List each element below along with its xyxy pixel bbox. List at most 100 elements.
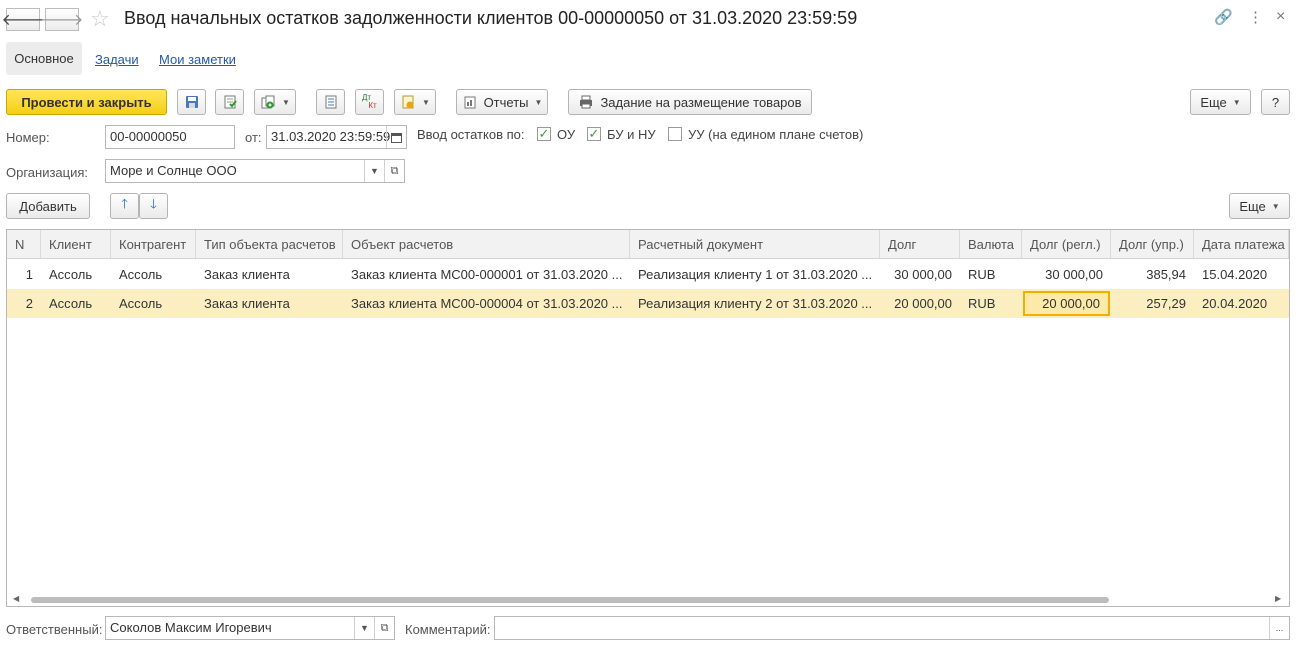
printer-icon: [580, 95, 593, 109]
scroll-left-icon[interactable]: ◀: [13, 594, 19, 603]
table-more-label: Еще: [1239, 198, 1266, 214]
open-icon[interactable]: ⧉: [374, 617, 394, 639]
favorite-star-icon[interactable]: ☆: [90, 6, 110, 32]
create-based-on-button[interactable]: ▼: [254, 89, 296, 115]
placement-task-button[interactable]: Задание на размещение товаров: [568, 89, 812, 115]
column-header[interactable]: Тип объекта расчетов: [196, 230, 343, 258]
forward-button[interactable]: 🡒: [41, 8, 83, 31]
move-up-button[interactable]: 🡑: [110, 193, 139, 219]
placement-task-label: Задание на размещение товаров: [600, 94, 802, 110]
table-more-button[interactable]: Еще ▼: [1229, 193, 1290, 219]
more-button[interactable]: Еще ▼: [1190, 89, 1251, 115]
date-label: от:: [245, 130, 262, 145]
arrow-up-icon: 🡑: [121, 196, 128, 211]
organization-value: Море и Солнце ООО: [110, 163, 237, 178]
more-actions-icon[interactable]: ⋮: [1248, 8, 1263, 26]
arrow-left-icon: 🡐: [1, 12, 45, 29]
help-button[interactable]: ?: [1261, 89, 1290, 115]
page-title: Ввод начальных остатков задолженности кл…: [124, 8, 858, 28]
chevron-down-icon[interactable]: ▼: [364, 160, 384, 182]
calendar-icon[interactable]: [386, 126, 406, 148]
tab-my-notes[interactable]: Мои заметки: [159, 52, 236, 67]
column-header[interactable]: Клиент: [41, 230, 111, 258]
number-input[interactable]: 00-00000050: [105, 125, 235, 149]
document-journal-button[interactable]: [316, 89, 345, 115]
save-icon: [185, 96, 198, 108]
cell-payment-date: 20.04.2020: [1202, 296, 1268, 311]
chevron-down-icon: ▼: [282, 97, 290, 107]
checkbox-uu-label: УУ (на едином плане счетов): [688, 127, 864, 142]
attach-files-button[interactable]: ▼: [394, 89, 436, 115]
chevron-down-icon[interactable]: ▼: [354, 617, 374, 639]
column-header[interactable]: Дата платежа: [1194, 230, 1289, 258]
cell-client: Ассоль: [49, 267, 93, 282]
column-header[interactable]: Долг: [880, 230, 960, 258]
chevron-down-icon: ▼: [1232, 97, 1241, 107]
cell-debt-upr: 257,29: [1146, 296, 1186, 311]
scroll-thumb[interactable]: [31, 597, 1109, 603]
column-header[interactable]: Объект расчетов: [343, 230, 630, 258]
reports-label: Отчеты: [483, 94, 529, 110]
column-header[interactable]: Долг (упр.): [1111, 230, 1194, 258]
horizontal-scrollbar[interactable]: ◀ ▶: [7, 592, 1289, 606]
tab-main[interactable]: Основное: [6, 42, 82, 75]
table-header: N Клиент Контрагент Тип объекта расчетов…: [7, 230, 1289, 259]
table-row-selected[interactable]: 2 Ассоль Ассоль Заказ клиента Заказ клие…: [7, 289, 1289, 318]
cell-counterparty: Ассоль: [119, 296, 163, 311]
comment-input[interactable]: ...: [494, 616, 1290, 640]
cell-debt-upr: 385,94: [1146, 267, 1186, 282]
arrow-right-icon: 🡒: [40, 12, 84, 29]
chevron-down-icon: ▼: [422, 97, 430, 107]
column-header[interactable]: Расчетный документ: [630, 230, 880, 258]
scroll-right-icon[interactable]: ▶: [1275, 594, 1281, 603]
column-header[interactable]: Долг (регл.): [1022, 230, 1111, 258]
comment-label: Комментарий:: [405, 622, 491, 637]
responsible-label: Ответственный:: [6, 622, 103, 637]
balances-table[interactable]: N Клиент Контрагент Тип объекта расчетов…: [6, 229, 1290, 607]
cell-n: 1: [25, 267, 33, 282]
debit-credit-button[interactable]: Дт Кт: [355, 89, 384, 115]
checkbox-ou[interactable]: ✓: [537, 127, 551, 141]
cell-settlement-object: Заказ клиента МС00-000001 от 31.03.2020 …: [351, 267, 623, 282]
ellipsis-button[interactable]: ...: [1269, 617, 1289, 639]
number-label: Номер:: [6, 130, 50, 145]
date-value: 31.03.2020 23:59:59: [271, 129, 391, 144]
balances-label: Ввод остатков по:: [417, 127, 525, 142]
responsible-input[interactable]: Соколов Максим Игоревич ▼ ⧉: [105, 616, 395, 640]
date-input[interactable]: 31.03.2020 23:59:59: [266, 125, 407, 149]
column-header[interactable]: Контрагент: [111, 230, 196, 258]
cell-payment-date: 15.04.2020: [1202, 267, 1268, 282]
cell-debt: 30 000,00: [894, 267, 952, 282]
document-journal-icon: [325, 95, 336, 109]
cell-currency: RUB: [968, 267, 996, 282]
back-button[interactable]: 🡐: [2, 8, 44, 31]
open-icon[interactable]: ⧉: [384, 160, 404, 182]
post-icon: [224, 95, 237, 109]
responsible-value: Соколов Максим Игоревич: [110, 620, 272, 635]
cell-currency: RUB: [968, 296, 996, 311]
organization-input[interactable]: Море и Солнце ООО ▼ ⧉: [105, 159, 405, 183]
link-icon[interactable]: 🔗: [1214, 8, 1233, 26]
checkbox-bu-nu-label: БУ и НУ: [607, 127, 656, 142]
credit-label: Кт: [368, 101, 377, 110]
post-button[interactable]: [215, 89, 244, 115]
arrow-down-icon: 🡓: [150, 196, 157, 211]
cell-debt-regl-current[interactable]: 20 000,00: [1023, 291, 1110, 316]
cell-n: 2: [25, 296, 33, 311]
checkbox-uu[interactable]: [668, 127, 682, 141]
chevron-down-icon: ▼: [534, 97, 543, 107]
cell-settlement-document: Реализация клиенту 1 от 31.03.2020 ...: [638, 267, 873, 282]
create-based-icon: [261, 95, 275, 109]
checkbox-bu-nu[interactable]: ✓: [587, 127, 601, 141]
tab-tasks[interactable]: Задачи: [95, 52, 139, 67]
column-header[interactable]: N: [7, 230, 41, 258]
post-and-close-button[interactable]: Провести и закрыть: [6, 89, 167, 115]
close-icon[interactable]: ×: [1276, 8, 1285, 26]
table-row[interactable]: 1 Ассоль Ассоль Заказ клиента Заказ клие…: [7, 260, 1289, 289]
save-button[interactable]: [177, 89, 206, 115]
move-down-button[interactable]: 🡓: [139, 193, 168, 219]
reports-button[interactable]: Отчеты ▼: [456, 89, 548, 115]
column-header[interactable]: Валюта: [960, 230, 1022, 258]
add-button[interactable]: Добавить: [6, 193, 90, 219]
reports-icon: [464, 96, 476, 109]
